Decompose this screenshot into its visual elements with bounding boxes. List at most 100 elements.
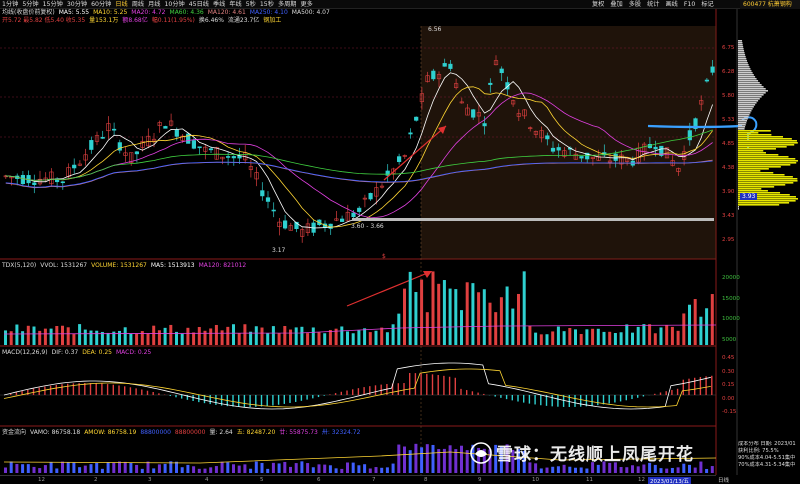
volume-bar xyxy=(403,288,406,345)
date-tick: 6 xyxy=(317,477,321,483)
date-tick: 10 xyxy=(532,477,539,483)
vamo-bar xyxy=(277,463,281,473)
vamo-bar xyxy=(562,464,566,473)
vamo-bar xyxy=(705,468,709,473)
volume-bar xyxy=(300,326,304,345)
volume-bar xyxy=(271,326,275,345)
volume-bar xyxy=(237,333,241,345)
volume-bar xyxy=(83,329,87,345)
volume-bar xyxy=(49,328,53,345)
vamo-bar xyxy=(317,464,321,473)
vamo-bar xyxy=(26,464,30,473)
chip-bar xyxy=(738,144,795,146)
volume-bar xyxy=(203,330,207,345)
chip-bar xyxy=(738,84,762,86)
vol-indicator-name[interactable]: TDX(5,120) xyxy=(2,262,36,270)
chip-bar xyxy=(738,166,781,168)
volume-bar xyxy=(517,293,520,345)
vamo-bar xyxy=(539,468,543,473)
volume-bar xyxy=(118,330,121,345)
candle-body xyxy=(442,63,447,67)
volume-bar xyxy=(129,333,133,345)
chip-bar xyxy=(738,138,792,140)
vamo-v5-label: 量: 2.64 xyxy=(209,429,233,436)
volume-bar xyxy=(163,327,167,345)
vamo-bar xyxy=(374,467,378,473)
vamo-bar xyxy=(83,465,87,473)
chip-bar xyxy=(738,96,762,98)
chip-bar xyxy=(738,186,775,188)
candle-body xyxy=(550,147,556,152)
range-tag: 3.60 - 3.66 xyxy=(351,223,384,230)
high-price-tag: 6.56 xyxy=(428,26,442,33)
chip-bar xyxy=(738,42,743,44)
candle-body xyxy=(72,164,77,169)
volume-bar xyxy=(551,331,555,345)
snowball-logo-icon xyxy=(470,442,492,464)
chip-bar xyxy=(738,172,774,174)
candle-body xyxy=(385,170,390,176)
volume-bar xyxy=(482,289,486,345)
chip-bar xyxy=(738,182,794,184)
vamo-bar xyxy=(140,468,144,473)
volume-bar xyxy=(363,328,367,345)
volume-bar xyxy=(562,331,566,345)
volume-bar xyxy=(61,325,64,345)
vamo-bar xyxy=(254,461,258,473)
vamo-bar xyxy=(15,463,19,473)
kline-chart[interactable] xyxy=(0,0,800,484)
vamo-label: VAMO: 86758.18 xyxy=(30,429,81,436)
axis-label: 5000 xyxy=(722,337,737,343)
vamo-indicator-name[interactable]: 资金流向 xyxy=(2,429,26,437)
vamo-bar xyxy=(49,461,53,473)
chip-bar xyxy=(738,62,748,64)
vamo-bar xyxy=(380,467,384,473)
vamo-bar xyxy=(460,445,463,473)
volume-bar xyxy=(505,286,509,345)
volume-bar xyxy=(135,333,139,345)
macd-indicator-name[interactable]: MACD(12,26,9) xyxy=(2,349,48,357)
volume-bar xyxy=(471,283,475,345)
candle-body xyxy=(431,70,436,80)
vamo-bar xyxy=(123,461,127,473)
volume-bar xyxy=(346,331,349,345)
vamo-bar xyxy=(568,466,572,473)
vamo-bar xyxy=(596,464,600,473)
volume-bar xyxy=(4,330,7,345)
candle-body xyxy=(231,156,236,159)
vamo-bar xyxy=(55,468,59,473)
vamo-bar xyxy=(112,462,116,473)
volume-bar xyxy=(175,331,178,345)
vamo-bar xyxy=(95,462,99,473)
vamo-bar xyxy=(21,464,25,473)
axis-label: 15000 xyxy=(722,295,740,302)
chip-bar xyxy=(738,76,756,78)
volume-bar xyxy=(705,308,709,345)
vamo-bar xyxy=(357,465,361,473)
vamo-bar xyxy=(688,464,691,473)
vamo-bar xyxy=(38,468,42,473)
chip-bar xyxy=(738,116,749,118)
volume-bar xyxy=(665,325,669,345)
vamo-bar xyxy=(642,464,646,473)
candle-body xyxy=(579,156,584,159)
chip-bar xyxy=(738,120,748,122)
volume-bar xyxy=(488,302,492,345)
chip-bar xyxy=(738,108,753,110)
vamo-v4-label: 88800000 xyxy=(174,429,206,436)
date-axis: 12 2 3 4 5 6 7 8 9 10 11 12 2023/01/13/五 xyxy=(0,475,716,484)
volume-bar xyxy=(266,333,270,345)
vamo-bar xyxy=(408,450,412,473)
vamo-bar xyxy=(192,466,196,473)
vamo-bar xyxy=(163,463,167,473)
chip-bar xyxy=(738,80,759,82)
candle-body xyxy=(265,197,271,202)
vamo-bar xyxy=(237,465,241,473)
chip-bar xyxy=(738,44,743,46)
axis-label: -0.15 xyxy=(722,409,737,415)
candle-body xyxy=(687,130,692,141)
date-tick: 12 xyxy=(38,477,45,483)
volume-bar xyxy=(357,330,361,345)
candle-body xyxy=(488,82,493,85)
volume-bar xyxy=(72,334,76,345)
